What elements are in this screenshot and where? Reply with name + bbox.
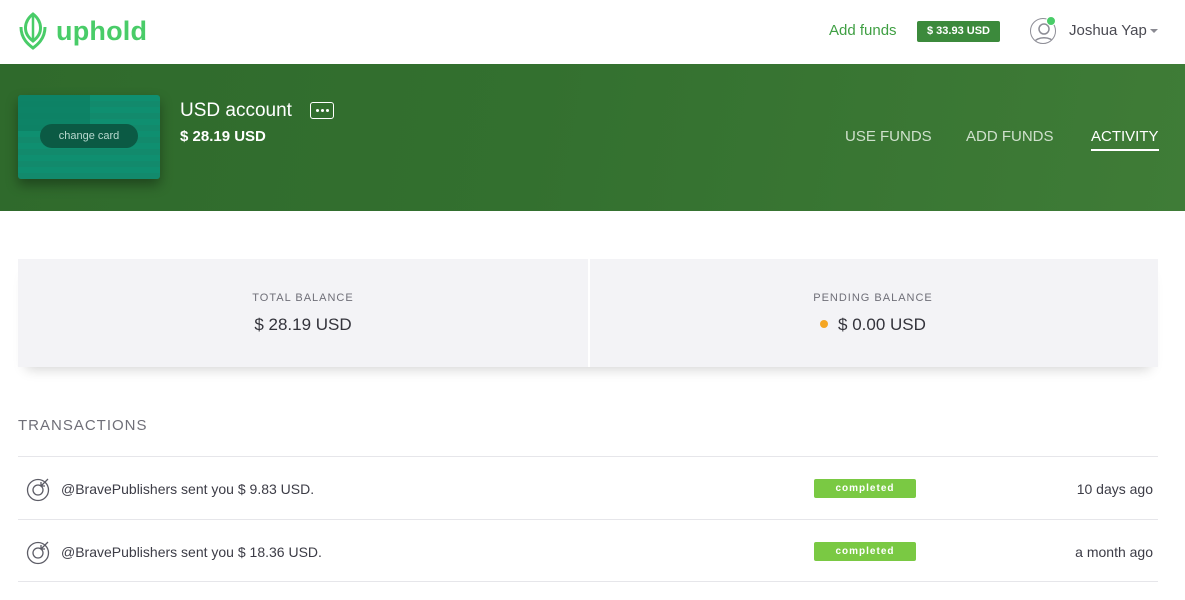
account-name: USD account (180, 100, 292, 121)
transactions-heading: TRANSACTIONS (18, 417, 148, 434)
more-options-icon[interactable] (310, 102, 334, 119)
incoming-transaction-icon (26, 478, 50, 502)
uphold-leaf-icon (19, 12, 47, 50)
tab-use-funds[interactable]: USE FUNDS (845, 128, 932, 145)
user-name[interactable]: Joshua Yap (1069, 22, 1147, 39)
top-navigation-bar: uphold Add funds $ 33.93 USD Joshua Yap (0, 0, 1185, 64)
incoming-transaction-icon (26, 541, 50, 565)
transaction-description: @BravePublishers sent you $ 18.36 USD. (61, 544, 322, 560)
add-funds-link[interactable]: Add funds (829, 22, 897, 39)
verified-check-icon (1046, 16, 1056, 26)
change-card-button[interactable]: change card (40, 124, 138, 148)
pending-status-dot (820, 320, 829, 328)
tab-add-funds[interactable]: ADD FUNDS (966, 128, 1054, 145)
account-card[interactable]: change card (18, 95, 160, 179)
account-header: change card USD account $ 28.19 USD USE … (0, 64, 1185, 211)
status-badge: completed (814, 479, 916, 498)
total-balance-badge[interactable]: $ 33.93 USD (917, 21, 1000, 42)
transaction-row[interactable]: @BravePublishers sent you $ 18.36 USD. c… (18, 519, 1158, 582)
transaction-time: a month ago (1075, 544, 1153, 560)
total-balance-value: $ 28.19 USD (254, 315, 352, 334)
pending-balance-section: PENDING BALANCE $ 0.00 USD (588, 259, 1158, 367)
pending-balance-value: $ 0.00 USD (838, 315, 926, 334)
transaction-row[interactable]: @BravePublishers sent you $ 9.83 USD. co… (18, 456, 1158, 519)
total-balance-label: TOTAL BALANCE (252, 292, 354, 304)
transaction-description: @BravePublishers sent you $ 9.83 USD. (61, 481, 315, 497)
brand-name: uphold (56, 15, 148, 46)
balance-summary-panel: TOTAL BALANCE $ 28.19 USD PENDING BALANC… (18, 259, 1158, 367)
tab-activity[interactable]: ACTIVITY (1091, 128, 1159, 151)
transaction-time: 10 days ago (1076, 481, 1153, 497)
total-balance-section: TOTAL BALANCE $ 28.19 USD (18, 259, 588, 367)
pending-balance-label: PENDING BALANCE (813, 292, 933, 304)
pending-balance-row: $ 0.00 USD (588, 315, 1158, 335)
account-balance: $ 28.19 USD (180, 128, 266, 145)
status-badge: completed (814, 542, 916, 561)
uphold-logo[interactable]: uphold (17, 11, 147, 51)
chevron-down-icon[interactable] (1150, 29, 1158, 33)
